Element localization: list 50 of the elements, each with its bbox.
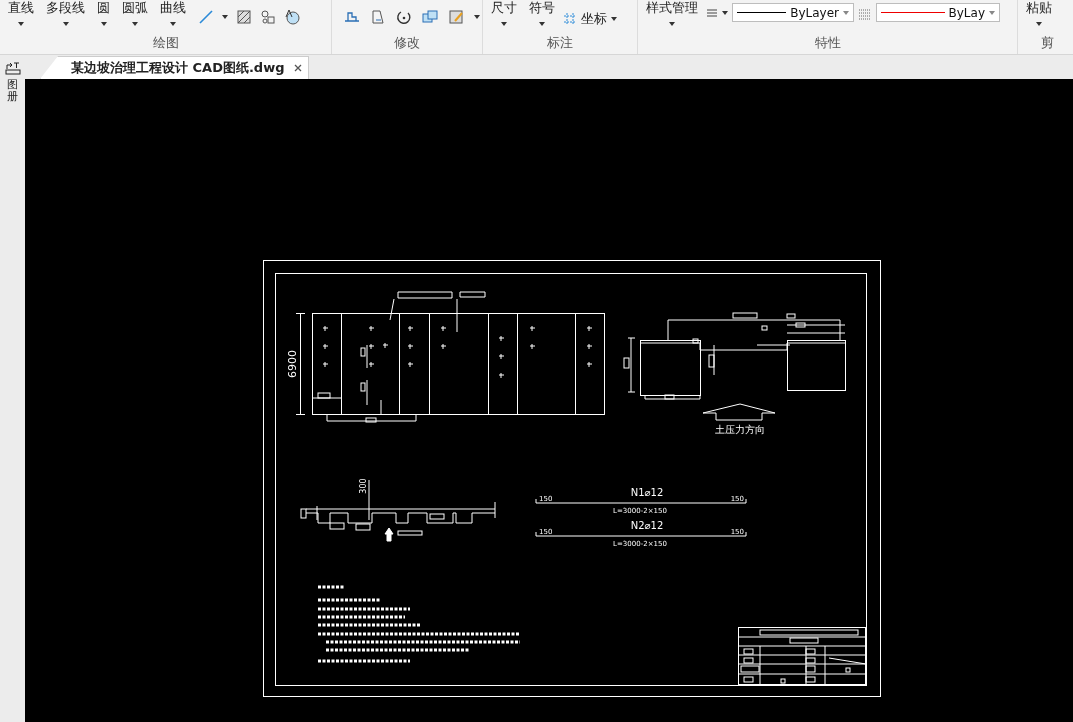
- dimension-label: 300: [359, 478, 368, 494]
- caret-icon: [669, 22, 675, 26]
- ribbon-button[interactable]: 符号: [525, 0, 559, 26]
- ribbon-button[interactable]: 多段线: [42, 0, 89, 26]
- copy-icon[interactable]: [422, 9, 438, 25]
- group-label: 特性: [813, 34, 842, 52]
- stretch-icon[interactable]: [344, 9, 360, 25]
- coordinate-icon: [563, 12, 577, 26]
- color-dropdown[interactable]: ByLay: [876, 3, 1000, 22]
- caret-icon: [611, 17, 617, 21]
- edit-hatch-icon[interactable]: [448, 9, 464, 25]
- caret-icon[interactable]: [474, 15, 480, 19]
- caret-icon: [539, 22, 545, 26]
- caret-icon[interactable]: [722, 11, 728, 15]
- line-icon[interactable]: [198, 9, 214, 25]
- pressure-arrow-icon: [702, 403, 776, 421]
- group-label: 绘图: [151, 34, 180, 52]
- shapes-icon[interactable]: [260, 9, 276, 25]
- pressure-direction-label: 土压力方向: [715, 424, 765, 435]
- caret-icon: [62, 22, 69, 26]
- caret-icon: [18, 22, 24, 26]
- hatch-icon[interactable]: [236, 9, 252, 25]
- ribbon-button[interactable]: 圆: [93, 0, 114, 26]
- ribbon-button[interactable]: 直线: [4, 0, 38, 26]
- group-label: 标注: [546, 34, 574, 52]
- document-tab[interactable]: 某边坡治理工程设计 CAD图纸.dwg: [40, 56, 310, 79]
- group-label: 修改: [393, 34, 421, 52]
- group-label: 剪: [1040, 34, 1055, 52]
- ribbon-button[interactable]: 坐标: [563, 10, 617, 28]
- caret-icon: [132, 22, 138, 26]
- close-icon[interactable]: [294, 64, 303, 72]
- caret-icon: [1036, 22, 1042, 26]
- ribbon-button[interactable]: 尺寸: [487, 0, 521, 26]
- ribbon-button[interactable]: 圆弧: [118, 0, 152, 26]
- caret-icon: [100, 22, 107, 26]
- ribbon-button[interactable]: 粘贴: [1022, 0, 1056, 26]
- dimension-label: 6900: [286, 350, 299, 378]
- linetype-dropdown[interactable]: ByLayer: [732, 3, 854, 22]
- ribbon-button[interactable]: 样式管理: [642, 0, 702, 26]
- tool-icon[interactable]: [4, 61, 21, 75]
- rebar-label: N1⌀12: [630, 487, 664, 498]
- text-region-icon[interactable]: [284, 9, 300, 25]
- caret-icon: [170, 22, 176, 26]
- rebar-label: N2⌀12: [630, 520, 664, 531]
- rotate-icon[interactable]: [396, 9, 412, 25]
- side-panel-tab[interactable]: 图册: [7, 79, 18, 104]
- caret-icon[interactable]: [222, 15, 228, 19]
- ribbon-button[interactable]: 曲线: [156, 0, 190, 26]
- trim-icon[interactable]: [370, 9, 386, 25]
- caret-icon: [501, 22, 507, 26]
